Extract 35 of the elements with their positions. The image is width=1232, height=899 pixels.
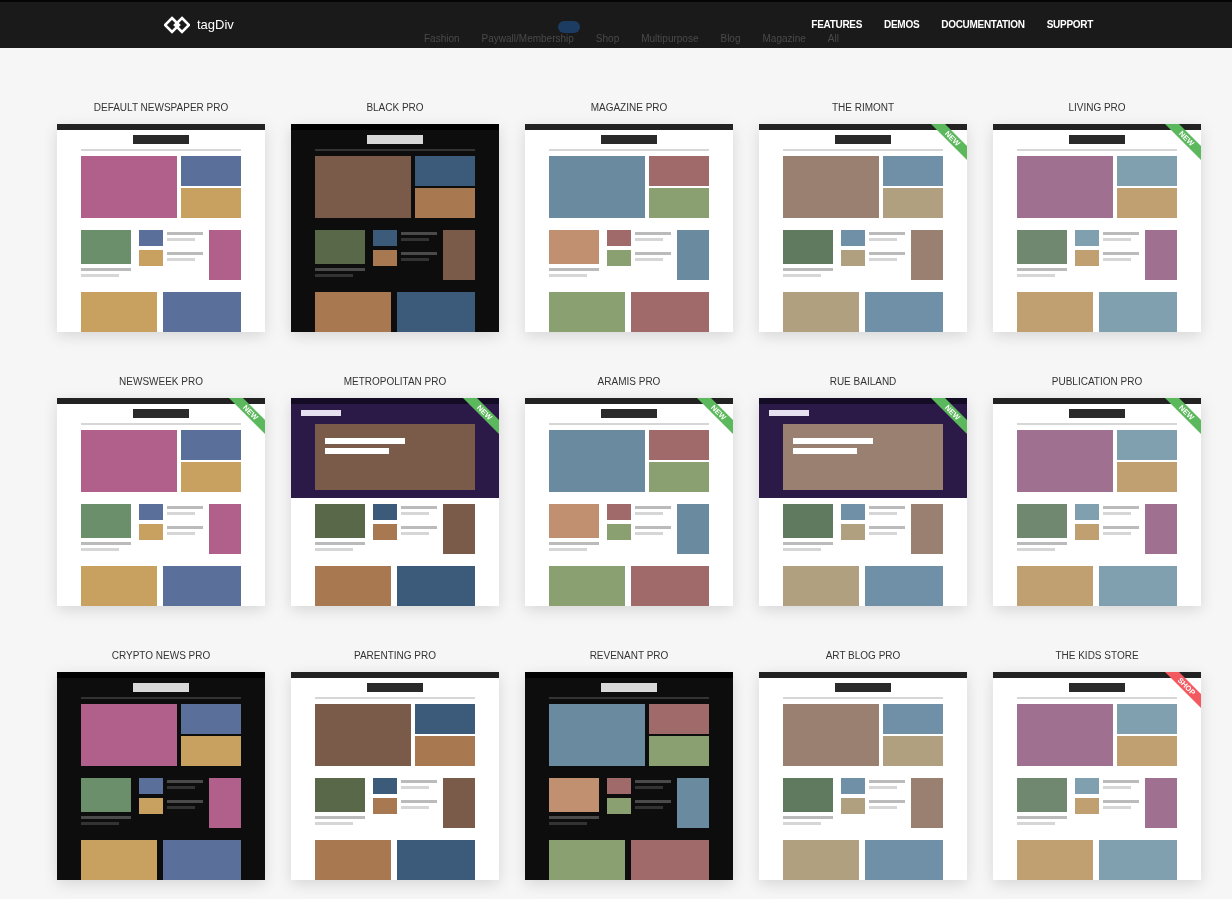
demo-title: THE KIDS STORE xyxy=(1055,649,1139,663)
demo-title: ARAMIS PRO xyxy=(597,375,661,389)
demo-title: THE RIMONT xyxy=(831,101,895,115)
demo-title: BLACK PRO xyxy=(366,101,424,115)
demo-title: PARENTING PRO xyxy=(353,649,436,663)
demo-title: NEWSWEEK PRO xyxy=(119,375,203,389)
demo-title: RUE BAILAND xyxy=(829,375,897,389)
demo-title: ART BLOG PRO xyxy=(825,649,901,663)
webpage-screenshot-drawing[interactable] xyxy=(57,398,265,606)
webpage-screenshot-drawing[interactable] xyxy=(525,124,733,332)
webpage-screenshot-drawing[interactable] xyxy=(993,672,1201,880)
demo-title: REVENANT PRO xyxy=(589,649,669,663)
webpage-screenshot-drawing[interactable] xyxy=(291,672,499,880)
webpage-screenshot-drawing[interactable] xyxy=(759,672,967,880)
nav-link[interactable]: SUPPORT xyxy=(1046,19,1093,31)
brand-name[interactable]: tagDiv xyxy=(197,17,234,33)
nav-link[interactable]: DEMOS xyxy=(884,19,920,31)
webpage-screenshot-drawing[interactable] xyxy=(525,672,733,880)
demo-title: METROPOLITAN PRO xyxy=(343,375,447,389)
demo-title: PUBLICATION PRO xyxy=(1051,375,1143,389)
demo-title: LIVING PRO xyxy=(1068,101,1126,115)
webpage-screenshot-drawing[interactable] xyxy=(759,398,967,606)
demo-title: CRYPTO NEWS PRO xyxy=(111,649,211,663)
webpage-screenshot-drawing[interactable] xyxy=(57,124,265,332)
nav-link[interactable]: FEATURES xyxy=(811,19,863,31)
webpage-screenshot-drawing[interactable] xyxy=(291,398,499,606)
webpage-screenshot-drawing[interactable] xyxy=(993,124,1201,332)
webpage-screenshot-drawing[interactable] xyxy=(57,672,265,880)
webpage-screenshot-drawing[interactable] xyxy=(993,398,1201,606)
webpage-screenshot-drawing[interactable] xyxy=(525,398,733,606)
demo-title: MAGAZINE PRO xyxy=(590,101,668,115)
demo-title: DEFAULT NEWSPAPER PRO xyxy=(93,101,229,115)
webpage-screenshot-drawing[interactable] xyxy=(759,124,967,332)
nav-link[interactable]: DOCUMENTATION xyxy=(941,19,1025,31)
logo-icon[interactable] xyxy=(164,16,190,34)
